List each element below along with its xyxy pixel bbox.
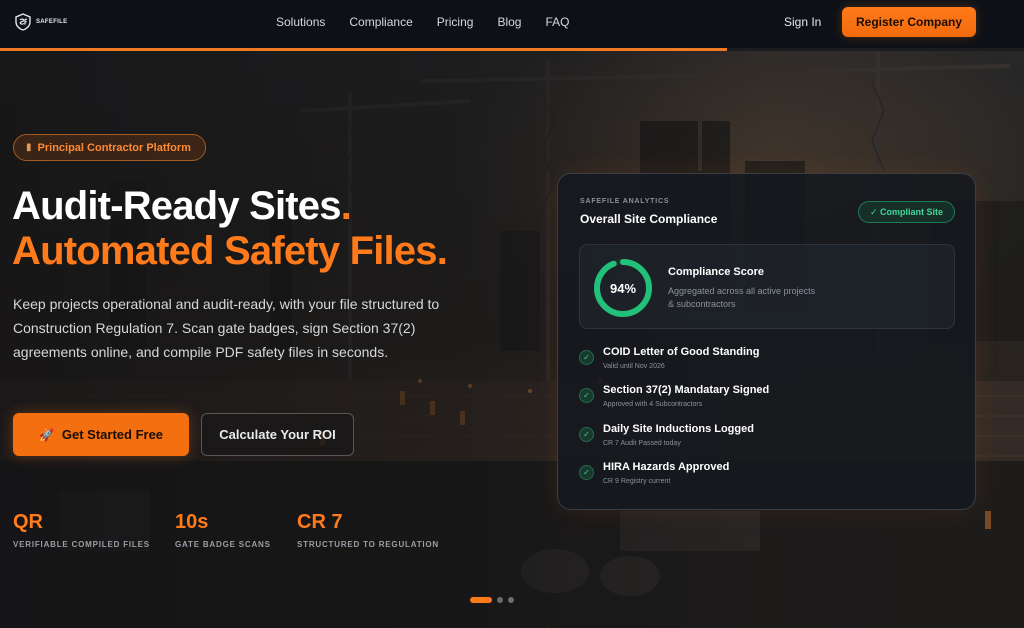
slide-dot[interactable] (508, 597, 514, 603)
register-company-button[interactable]: Register Company (842, 7, 976, 37)
rocket-icon: 🚀 (38, 427, 54, 442)
compliance-score-title: Compliance Score (668, 266, 764, 278)
compliance-score-value: 94% (609, 280, 637, 296)
card-title: Overall Site Compliance (580, 212, 718, 226)
slide-progress-track (0, 48, 1024, 51)
slide-progress-fill (0, 48, 728, 51)
stat-scan-time: 10s GATE BADGE SCANS (175, 510, 271, 549)
building-icon: ▮ (26, 142, 32, 153)
checklist-item-title: HIRA Hazards Approved (603, 461, 730, 473)
checklist-item-subtitle: Valid until Nov 2026 (603, 363, 665, 370)
card-eyebrow: SAFEFILE ANALYTICS (580, 198, 670, 205)
calculate-roi-button[interactable]: Calculate Your ROI (201, 413, 354, 456)
compliance-score-description: Aggregated across all active projects & … (668, 286, 816, 309)
sign-in-link[interactable]: Sign In (784, 15, 821, 29)
compliance-score-panel: 94% Compliance Score Aggregated across a… (579, 244, 955, 329)
checklist-item-title: Section 37(2) Mandatary Signed (603, 384, 770, 396)
stat-label: STRUCTURED TO REGULATION (297, 540, 440, 549)
platform-badge: ▮ Principal Contractor Platform (13, 134, 206, 161)
checklist-item-title: COID Letter of Good Standing (603, 346, 760, 358)
brand-logo[interactable]: SAFEFILE (14, 13, 67, 31)
compliant-site-badge: ✓ Compliant Site (858, 201, 956, 223)
brand-name: SAFEFILE (36, 19, 68, 25)
checklist-item-subtitle: Approved with 4 Subcontractors (603, 401, 703, 408)
nav-links: Solutions Compliance Pricing Blog FAQ (276, 15, 569, 29)
headline-line-1-text: Audit-Ready Sites (12, 184, 341, 228)
headline-line-1: Audit-Ready Sites. (12, 184, 352, 228)
stat-value: CR 7 (297, 511, 343, 533)
check-circle-icon: ✓ (579, 388, 594, 403)
checklist-item-subtitle: CR 9 Registry current (603, 478, 671, 485)
headline-dot: . (340, 184, 352, 228)
hero-description: Keep projects operational and audit-read… (13, 296, 440, 360)
nav-link-compliance[interactable]: Compliance (349, 15, 412, 29)
checklist-item-subtitle: CR 7 Audit Passed today (603, 440, 681, 447)
top-nav: SAFEFILE Solutions Compliance Pricing Bl… (0, 0, 1024, 48)
slide-dot[interactable] (470, 597, 492, 603)
compliance-card: SAFEFILE ANALYTICS Overall Site Complian… (557, 173, 976, 510)
slide-dot[interactable] (497, 597, 503, 603)
stat-qr: QR VERIFIABLE COMPILED FILES (13, 510, 150, 549)
check-circle-icon: ✓ (579, 427, 594, 442)
safefile-logo-icon (15, 13, 31, 31)
stat-value: 10s (175, 511, 209, 533)
get-started-label: Get Started Free (61, 427, 164, 442)
stat-value: QR (13, 511, 43, 533)
stat-label: VERIFIABLE COMPILED FILES (13, 540, 150, 549)
nav-link-solutions[interactable]: Solutions (276, 15, 325, 29)
slide-indicators (470, 597, 514, 603)
check-circle-icon: ✓ (579, 465, 594, 480)
stat-label: GATE BADGE SCANS (175, 540, 271, 549)
get-started-button[interactable]: 🚀 Get Started Free (13, 413, 189, 456)
check-circle-icon: ✓ (579, 350, 594, 365)
nav-link-faq[interactable]: FAQ (545, 15, 569, 29)
stat-regulation: CR 7 STRUCTURED TO REGULATION (297, 510, 439, 549)
checklist-item-title: Daily Site Inductions Logged (603, 423, 754, 435)
headline-line-2: Automated Safety Files. (12, 229, 448, 273)
nav-link-pricing[interactable]: Pricing (437, 15, 474, 29)
platform-badge-label: Principal Contractor Platform (37, 141, 191, 154)
nav-link-blog[interactable]: Blog (497, 15, 521, 29)
